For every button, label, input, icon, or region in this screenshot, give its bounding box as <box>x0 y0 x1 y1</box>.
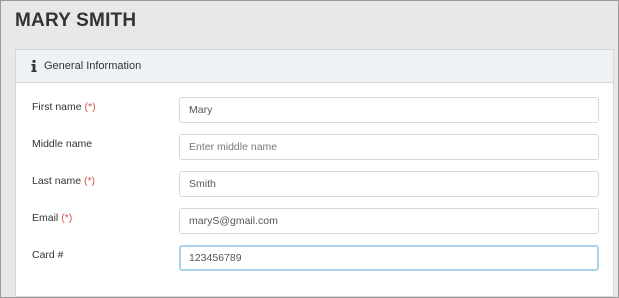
middle-name-label: Middle name <box>32 138 93 150</box>
page-title: MARY SMITH <box>15 10 137 31</box>
required-marker: (*) <box>61 212 73 224</box>
first-name-input[interactable] <box>179 97 599 123</box>
form-row-first-name: First name (*) <box>16 97 613 127</box>
general-information-panel: General Information First name (*) Middl… <box>15 49 614 297</box>
window-frame: MARY SMITH General Information First nam… <box>0 0 619 298</box>
middle-name-input[interactable] <box>179 134 599 160</box>
form-row-card: Card # <box>16 245 613 275</box>
form-row-last-name: Last name (*) <box>16 171 613 201</box>
last-name-label: Last name (*) <box>32 175 96 187</box>
email-input[interactable] <box>179 208 599 234</box>
panel-header: General Information <box>16 50 613 83</box>
form-row-email: Email (*) <box>16 208 613 238</box>
form-row-middle-name: Middle name <box>16 134 613 164</box>
info-icon <box>31 60 37 72</box>
required-marker: (*) <box>84 101 96 113</box>
email-label: Email (*) <box>32 212 73 224</box>
first-name-label: First name (*) <box>32 101 96 113</box>
last-name-input[interactable] <box>179 171 599 197</box>
card-label: Card # <box>32 249 64 261</box>
required-marker: (*) <box>83 175 96 187</box>
card-number-input[interactable] <box>179 245 599 271</box>
panel-title: General Information <box>44 60 142 72</box>
